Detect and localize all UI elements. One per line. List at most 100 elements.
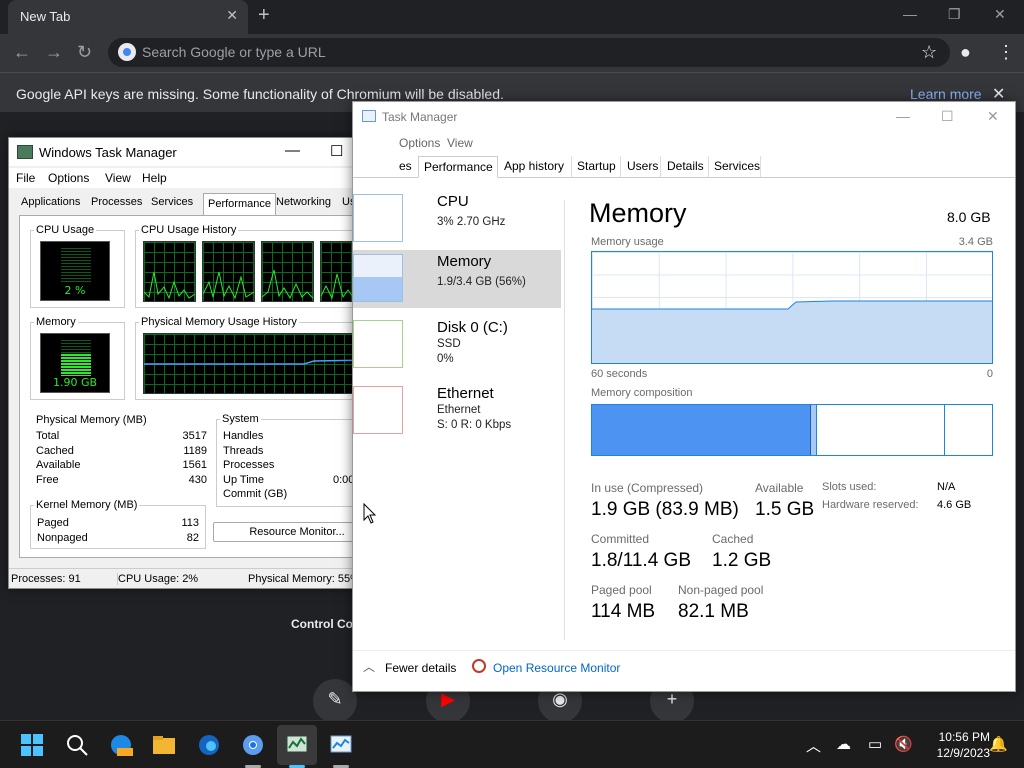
tab-app-history[interactable]: App history (504, 159, 564, 173)
tab-processes[interactable]: Processes (91, 196, 142, 208)
fewer-details-button[interactable]: Fewer details (385, 661, 456, 675)
km-nonpaged-label: Nonpaged (37, 532, 88, 544)
search-icon[interactable] (65, 733, 89, 757)
menu-options[interactable]: Options (399, 136, 440, 150)
sidebar-cpu-sub: 3% 2.70 GHz (437, 216, 506, 228)
tab-services[interactable]: Services (714, 159, 760, 173)
tab-startup[interactable]: Startup (577, 159, 616, 173)
back-icon[interactable]: ← (13, 42, 31, 63)
close-window-icon[interactable]: ✕ (994, 6, 1006, 23)
chrome-toolbar: ← → ↻ Search Google or type a URL ☆ ● ⋮ (0, 34, 1024, 72)
slots-used-label: Slots used: (822, 481, 877, 493)
tab-users[interactable]: Users (627, 159, 658, 173)
ntp-shortcut-label[interactable]: Control Co (291, 617, 353, 631)
tab-performance[interactable]: Performance (418, 156, 498, 178)
sidebar-cpu-name: CPU (437, 193, 469, 210)
menu-options[interactable]: Options (48, 171, 89, 185)
notification-bell-icon[interactable]: 🔔 (989, 735, 1008, 753)
sidebar-memory-name: Memory (437, 253, 492, 270)
learn-more-link[interactable]: Learn more (910, 86, 982, 102)
chromium-icon[interactable] (241, 733, 265, 757)
restore-icon[interactable]: ❐ (948, 6, 961, 23)
menu-icon[interactable]: ⋮ (997, 42, 1015, 63)
menu-view[interactable]: View (447, 136, 473, 150)
omnibox[interactable]: Search Google or type a URL (108, 38, 950, 67)
maximize-icon[interactable]: ☐ (941, 108, 954, 125)
clock-date[interactable]: 12/9/2023 (918, 746, 990, 760)
old-task-manager-icon[interactable] (285, 733, 309, 757)
cpu-thumbnail (353, 194, 403, 242)
sidebar-item-memory[interactable]: Memory 1.9/3.4 GB (56%) (353, 250, 561, 308)
kernel-memory-heading: Kernel Memory (MB) (34, 499, 140, 511)
physical-memory-group: Physical Memory (MB) Total 3517 Cached 1… (30, 414, 207, 494)
resource-monitor-icon (472, 659, 486, 673)
sys-processes-label: Processes (223, 459, 275, 471)
open-resource-monitor-link[interactable]: Open Resource Monitor (493, 661, 620, 675)
ethernet-thumbnail (353, 386, 403, 434)
tab-details[interactable]: Details (667, 159, 704, 173)
profile-icon[interactable]: ● (960, 42, 971, 63)
tab-networking[interactable]: Networking (276, 196, 331, 208)
sidebar-item-disk[interactable]: Disk 0 (C:) SSD 0% (353, 316, 561, 374)
in-use-value: 1.9 GB (83.9 MB) (591, 499, 739, 520)
clock-time[interactable]: 10:56 PM (930, 730, 990, 744)
reload-icon[interactable]: ↻ (77, 42, 92, 63)
pm-available-value: 1561 (182, 459, 207, 471)
shortcut-icon[interactable]: ✎ (313, 679, 357, 723)
bookmark-star-icon[interactable]: ☆ (921, 42, 937, 63)
tab-new-tab[interactable]: New Tab ✕ (8, 0, 248, 34)
pm-free-label: Free (36, 474, 59, 486)
menu-file[interactable]: File (16, 171, 35, 185)
graph-time-left: 60 seconds (591, 368, 648, 380)
committed-label: Committed (591, 532, 650, 546)
paged-pool-label: Paged pool (591, 583, 652, 597)
file-explorer-icon[interactable] (152, 733, 176, 757)
task-manager-icon (17, 145, 33, 159)
title-bar[interactable]: Task Manager — ☐ ✕ (353, 102, 1015, 132)
status-physical-memory: Physical Memory: 55% (248, 573, 360, 585)
close-icon[interactable]: ✕ (987, 108, 999, 125)
maximize-icon[interactable]: ☐ (330, 142, 343, 160)
volume-icon[interactable]: 🔇 (894, 735, 913, 753)
tab-strip: es Performance App history Startup Users… (353, 156, 1015, 178)
menubar: File Options View Help (9, 168, 404, 188)
new-tab-button[interactable]: + (258, 4, 270, 27)
task-manager-icon[interactable] (329, 733, 353, 757)
edge-pre-icon[interactable] (109, 733, 133, 757)
cpu-core-graph (202, 241, 255, 302)
minimize-icon[interactable]: — (896, 108, 910, 124)
composition-standby (817, 405, 945, 455)
sidebar-item-cpu[interactable]: CPU 3% 2.70 GHz (353, 190, 561, 248)
memory-group: Memory 1.90 GB (30, 316, 125, 400)
cpu-history-label: CPU Usage History (139, 224, 239, 236)
kernel-memory-group: Kernel Memory (MB) Paged 113 Nonpaged 82 (30, 499, 206, 549)
chevron-up-icon[interactable]: ︿ (363, 658, 375, 675)
available-value: 1.5 GB (755, 499, 815, 520)
title-bar[interactable]: Windows Task Manager — ☐ ✕ (9, 138, 404, 166)
menu-help[interactable]: Help (142, 171, 167, 185)
edge-icon[interactable] (197, 733, 221, 757)
physical-memory-history-label: Physical Memory Usage History (139, 316, 299, 328)
km-paged-label: Paged (37, 517, 69, 529)
hardware-reserved-value: 4.6 GB (937, 499, 972, 511)
minimize-icon[interactable]: — (903, 6, 917, 22)
close-icon[interactable]: ✕ (226, 7, 238, 24)
minimize-icon[interactable]: — (285, 142, 300, 159)
sidebar-item-ethernet[interactable]: Ethernet Ethernet S: 0 R: 0 Kbps (353, 382, 561, 440)
tab-services[interactable]: Services (151, 196, 193, 208)
system-heading: System (220, 413, 261, 425)
memory-usage-max: 3.4 GB (958, 236, 993, 248)
memory-composition-bar (591, 404, 993, 456)
non-paged-pool-label: Non-paged pool (678, 583, 764, 597)
onedrive-icon[interactable]: ☁ (836, 735, 851, 753)
tab-performance[interactable]: Performance (203, 193, 276, 215)
memory-value: 1.90 GB (52, 376, 98, 389)
menu-view[interactable]: View (105, 171, 131, 185)
sidebar-ethernet-sub1: Ethernet (437, 404, 481, 416)
forward-icon[interactable]: → (45, 42, 63, 63)
chevron-up-icon[interactable]: ︿ (806, 735, 821, 756)
network-icon[interactable]: ▭ (868, 735, 882, 753)
tab-processes[interactable]: es (399, 159, 412, 173)
windows-start-icon[interactable] (20, 733, 44, 757)
tab-applications[interactable]: Applications (21, 196, 80, 208)
